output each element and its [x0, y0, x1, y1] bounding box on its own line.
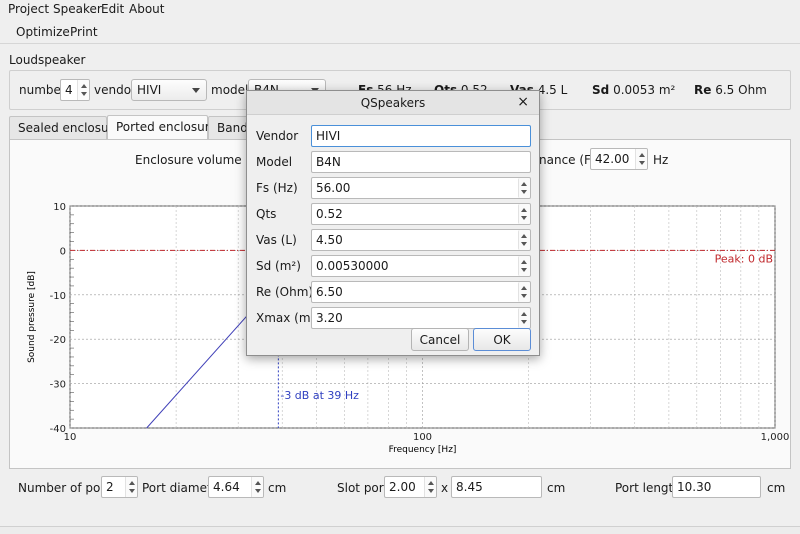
spec-re: Re 6.5 Ohm	[694, 83, 767, 97]
menu-speaker[interactable]: Speaker	[53, 2, 102, 16]
menu-edit[interactable]: Edit	[101, 2, 124, 16]
qspeakers-dialog: QSpeakers × Vendor HIVI Model B4N Fs (Hz) 56.…	[246, 90, 540, 356]
dialog-qts-value: 0.52	[316, 207, 343, 221]
menu-about[interactable]: About	[129, 2, 164, 16]
dialog-vendor-value: HIVI	[316, 129, 341, 143]
spin-arrows-icon[interactable]	[518, 308, 530, 328]
y-tick-label: 10	[53, 202, 66, 213]
dialog-re-label: Re (Ohm)	[256, 285, 314, 299]
spin-arrows-icon[interactable]	[518, 282, 530, 302]
spin-arrows-icon[interactable]	[251, 477, 263, 497]
loudspeaker-group-title: Loudspeaker	[9, 53, 86, 67]
dialog-fs-input[interactable]: 56.00	[311, 177, 531, 199]
dialog-xmax-input[interactable]: 3.20	[311, 307, 531, 329]
ok-button[interactable]: OK	[473, 328, 531, 351]
vendor-value: HIVI	[137, 83, 162, 97]
menubar: Project Speaker Edit About	[0, 0, 800, 20]
dialog-qts-label: Qts	[256, 207, 277, 221]
menu-project[interactable]: Project	[8, 2, 49, 16]
peak-annotation: Peak: 0 dB	[715, 252, 773, 265]
slot-height-field[interactable]: 8.45	[451, 476, 542, 498]
spec-sd: Sd 0.0053 m²	[592, 83, 676, 97]
print-button[interactable]: Print	[70, 25, 98, 39]
optimize-button[interactable]: Optimize	[16, 25, 70, 39]
chevron-down-icon	[192, 88, 200, 93]
number-value: 4	[65, 83, 73, 97]
x-tick-label: 1,000	[761, 432, 790, 443]
port-length-field[interactable]: 10.30	[672, 476, 761, 498]
slot-unit: cm	[547, 481, 566, 495]
dialog-title: QSpeakers	[247, 91, 539, 115]
slot-width-spinbox[interactable]: 2.00	[384, 476, 437, 498]
resonance-unit: Hz	[653, 153, 669, 167]
ports-value: 2	[106, 480, 114, 494]
tab-sealed[interactable]: Sealed enclosure	[9, 116, 121, 140]
dialog-vendor-input[interactable]: HIVI	[311, 125, 531, 147]
dialog-model-label: Model	[256, 155, 293, 169]
status-bar	[0, 526, 800, 534]
diameter-value: 4.64	[213, 480, 240, 494]
diameter-unit: cm	[268, 481, 287, 495]
x-tick-label: 10	[64, 432, 77, 443]
spin-arrows-icon[interactable]	[77, 80, 89, 100]
dialog-model-input[interactable]: B4N	[311, 151, 531, 173]
y-tick-label: -20	[50, 335, 66, 346]
spin-arrows-icon[interactable]	[424, 477, 436, 497]
y-axis-label: Sound pressure [dB]	[27, 271, 37, 363]
dialog-qts-input[interactable]: 0.52	[311, 203, 531, 225]
dialog-vas-input[interactable]: 4.50	[311, 229, 531, 251]
dialog-model-value: B4N	[316, 155, 341, 169]
dialog-vas-value: 4.50	[316, 233, 343, 247]
length-unit: cm	[767, 481, 786, 495]
dialog-vas-label: Vas (L)	[256, 233, 297, 247]
dialog-fs-value: 56.00	[316, 181, 351, 195]
y-tick-label: 0	[60, 246, 66, 257]
slot-x-label: x	[441, 481, 449, 495]
dialog-sd-label: Sd (m²)	[256, 259, 301, 273]
spin-arrows-icon[interactable]	[518, 256, 530, 276]
dialog-vendor-label: Vendor	[256, 129, 299, 143]
number-spinbox[interactable]: 4	[60, 79, 90, 101]
slot-width-value: 2.00	[389, 480, 416, 494]
spin-arrows-icon[interactable]	[635, 149, 647, 169]
ports-spinbox[interactable]: 2	[101, 476, 138, 498]
resonance-spinbox[interactable]: 42.00	[590, 148, 648, 170]
length-label: Port length	[615, 481, 681, 495]
x-axis-label: Frequency [Hz]	[389, 445, 457, 455]
vendor-combo[interactable]: HIVI	[131, 79, 207, 101]
dialog-xmax-value: 3.20	[316, 311, 343, 325]
diameter-spinbox[interactable]: 4.64	[208, 476, 264, 498]
close-icon[interactable]: ×	[517, 94, 529, 110]
cutoff-annotation: -3 dB at 39 Hz	[280, 389, 359, 402]
toolbar: Optimize Print	[0, 20, 800, 44]
resonance-value: 42.00	[595, 152, 630, 166]
x-tick-label: 100	[413, 432, 432, 443]
spin-arrows-icon[interactable]	[518, 178, 530, 198]
dialog-re-input[interactable]: 6.50	[311, 281, 531, 303]
model-label: model	[211, 83, 249, 97]
dialog-sd-value: 0.00530000	[316, 259, 389, 273]
slot-height-value: 8.45	[456, 480, 483, 494]
spin-arrows-icon[interactable]	[518, 204, 530, 224]
cancel-button[interactable]: Cancel	[411, 328, 469, 351]
vendor-label: vendor	[94, 83, 136, 97]
dialog-sd-input[interactable]: 0.00530000	[311, 255, 531, 277]
number-label: number	[19, 83, 66, 97]
y-tick-label: -30	[50, 380, 66, 391]
spin-arrows-icon[interactable]	[125, 477, 137, 497]
spin-arrows-icon[interactable]	[518, 230, 530, 250]
port-length-value: 10.30	[677, 480, 712, 494]
tab-ported[interactable]: Ported enclosure	[107, 115, 217, 141]
y-tick-label: -10	[50, 291, 66, 302]
slot-label: Slot port	[337, 481, 389, 495]
dialog-re-value: 6.50	[316, 285, 343, 299]
dialog-fs-label: Fs (Hz)	[256, 181, 298, 195]
